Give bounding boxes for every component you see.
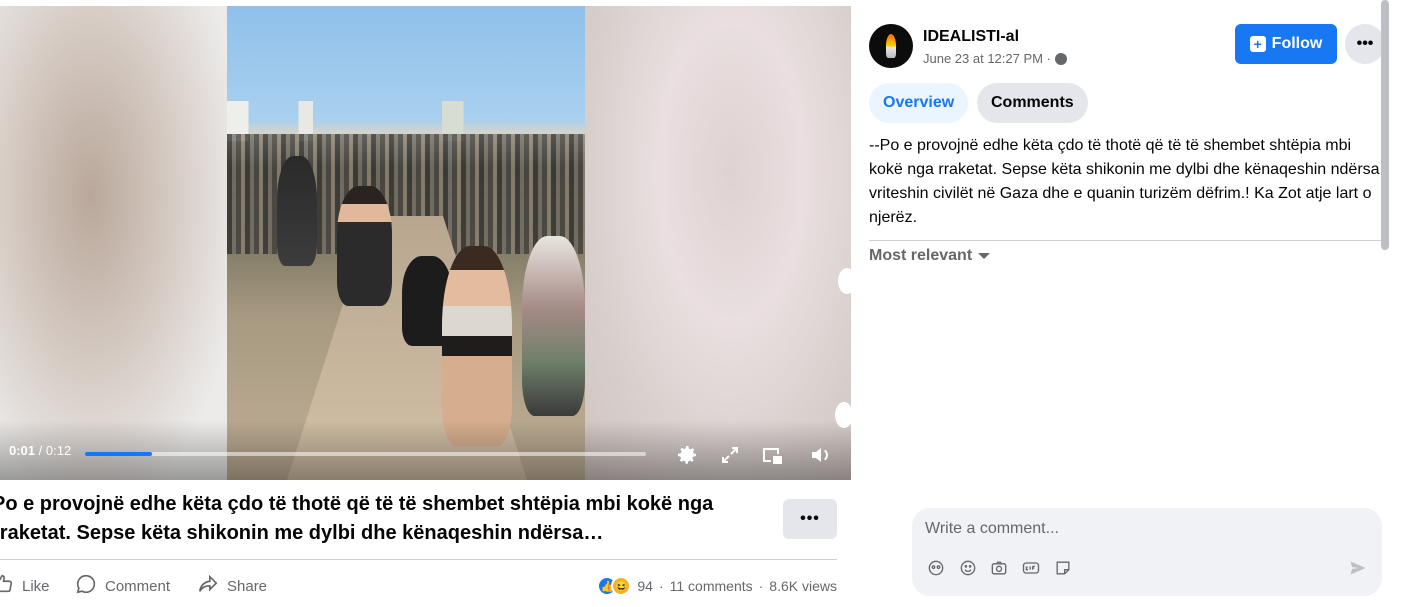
video-total-time: / 0:12 (35, 443, 72, 458)
video-person (277, 156, 317, 266)
camera-icon[interactable] (988, 557, 1010, 579)
caption-divider (0, 559, 837, 560)
panel-divider (869, 240, 1383, 241)
video-person (337, 186, 392, 306)
video-player[interactable] (0, 6, 851, 480)
video-person (442, 246, 512, 446)
haha-reaction-icon: 😆 (611, 576, 632, 596)
comments-count[interactable]: 11 comments (670, 578, 753, 594)
share-label: Share (227, 577, 268, 595)
video-blur-right (585, 6, 851, 480)
stats-separator: · (658, 578, 664, 594)
comment-label: Comment (105, 577, 171, 595)
share-button[interactable]: Share (197, 572, 267, 600)
video-more-button[interactable]: ••• (783, 499, 837, 539)
video-blur-left (0, 6, 227, 480)
reactions[interactable]: 👍 😆 (597, 576, 632, 596)
tab-comments[interactable]: Comments (977, 83, 1088, 123)
video-person (522, 236, 585, 416)
share-icon (197, 573, 219, 599)
settings-icon[interactable] (673, 441, 701, 469)
sort-label: Most relevant (869, 247, 973, 264)
fullscreen-icon[interactable] (716, 441, 744, 469)
post-side-panel: IDEALISTI-al June 23 at 12:27 PM · + Fol… (851, 0, 1412, 607)
follow-label: Follow (1271, 35, 1323, 52)
sticker-icon[interactable] (1052, 557, 1074, 579)
like-icon (0, 573, 14, 599)
comment-composer[interactable]: Write a comment... (912, 508, 1382, 596)
reactions-count[interactable]: 94 (637, 578, 653, 594)
follow-plus-icon: + (1249, 36, 1266, 52)
video-progress-bar[interactable] (85, 452, 646, 456)
avatar-sticker-icon[interactable] (925, 557, 947, 579)
pip-icon[interactable] (758, 441, 786, 469)
panel-edge-marker (835, 402, 853, 428)
sort-dropdown[interactable]: Most relevant (869, 247, 991, 265)
follow-button[interactable]: + Follow (1235, 24, 1337, 64)
comment-icon (75, 573, 97, 599)
comment-button[interactable]: Comment (75, 572, 170, 600)
torch-icon (886, 34, 896, 58)
page-name[interactable]: IDEALISTI-al (923, 28, 1019, 46)
globe-icon (1054, 52, 1067, 65)
avatar[interactable] (869, 24, 913, 68)
like-button[interactable]: Like (0, 572, 50, 600)
panel-scrollbar[interactable] (1381, 0, 1389, 250)
post-date: June 23 at 12:27 PM · (923, 51, 1067, 66)
video-caption: Po e provojnë edhe këta çdo të thotë që … (0, 493, 714, 544)
video-time: 0:01 / 0:12 (9, 443, 71, 458)
stats-separator: · (758, 578, 764, 594)
views-count: 8.6K views (769, 578, 837, 594)
post-viewer: 0:01 / 0:12 Po e provojnë edhe këta çdo … (0, 0, 1412, 607)
emoji-icon[interactable] (957, 557, 979, 579)
gif-icon[interactable] (1020, 557, 1042, 579)
video-frame (227, 6, 585, 480)
post-date-text[interactable]: June 23 at 12:27 PM · (923, 51, 1051, 66)
panel-edge-marker (838, 268, 856, 294)
video-current-time: 0:01 (9, 443, 36, 458)
post-text: --Po e provojnë edhe këta çdo të thotë q… (869, 137, 1380, 226)
post-stats: 👍 😆 94 · 11 comments · 8.6K views (597, 572, 837, 600)
chevron-down-icon (978, 253, 991, 259)
comment-input[interactable]: Write a comment... (925, 520, 1059, 538)
volume-icon[interactable] (806, 441, 834, 469)
send-icon[interactable] (1348, 558, 1368, 578)
tab-overview[interactable]: Overview (869, 83, 969, 123)
page-more-button[interactable]: ••• (1345, 24, 1385, 64)
video-progress-fill (85, 452, 153, 456)
like-label: Like (22, 577, 50, 595)
